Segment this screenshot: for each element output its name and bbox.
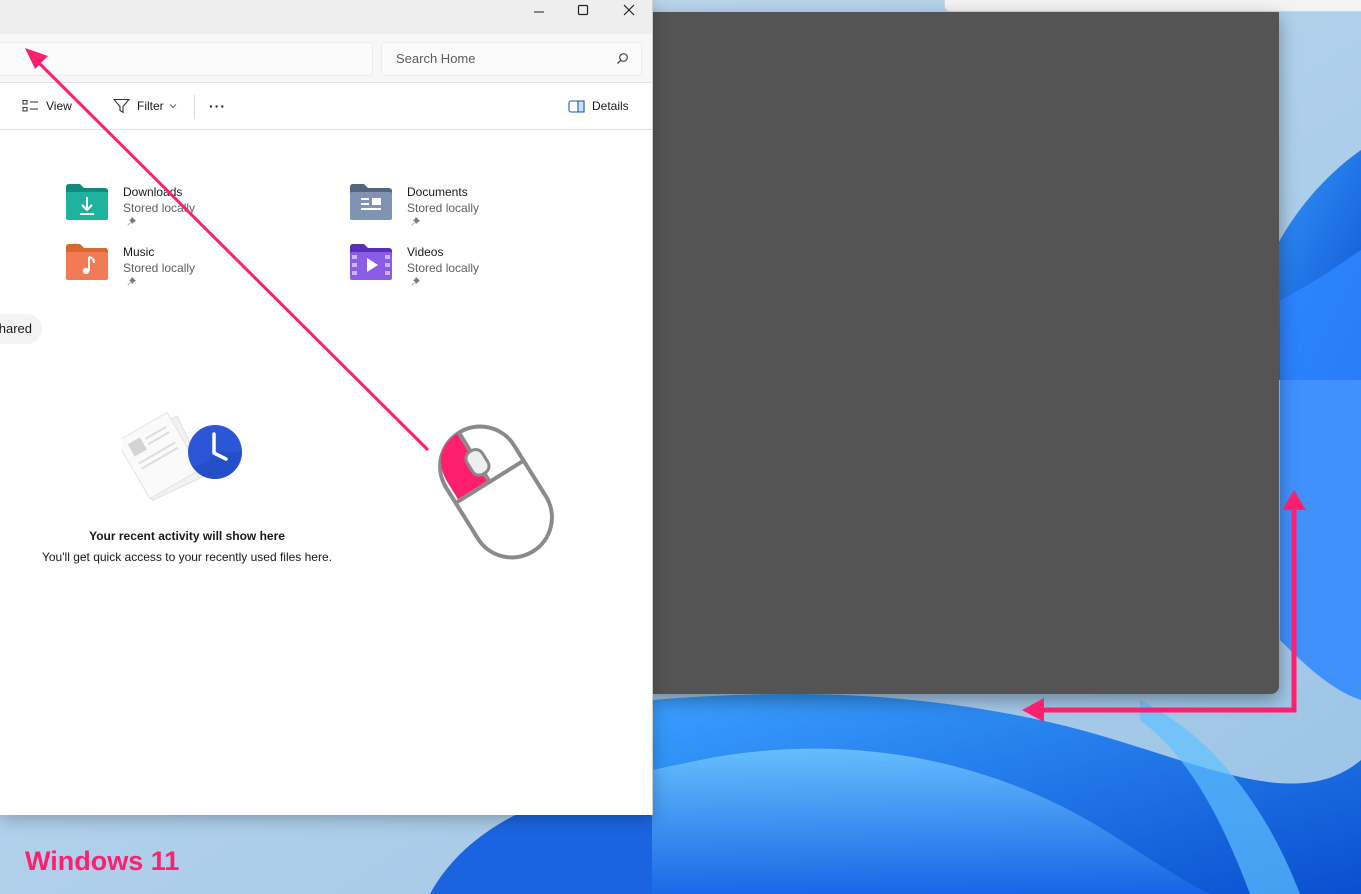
- pin-icon: [127, 277, 136, 286]
- pin-icon: [411, 277, 420, 286]
- view-label: View: [46, 99, 72, 113]
- file-explorer-window[interactable]: Search Home View Filter ··· Details Down…: [0, 0, 653, 815]
- search-icon: [617, 53, 628, 64]
- search-box[interactable]: Search Home: [381, 42, 642, 76]
- recent-activity-illustration-icon: [122, 411, 242, 501]
- quick-access-item-documents[interactable]: Documents Stored locally: [350, 184, 580, 238]
- quick-access-status: Stored locally: [407, 261, 480, 275]
- brand-label: Windows 11: [25, 846, 180, 876]
- quick-access-item-videos[interactable]: Videos Stored locally: [350, 244, 580, 298]
- details-label: Details: [592, 99, 629, 113]
- recent-empty-subtitle: You'll get quick access to your recently…: [41, 550, 332, 564]
- window-resize-outline[interactable]: [652, 12, 1279, 694]
- recent-empty-title: Your recent activity will show here: [89, 529, 285, 543]
- quick-access-item-downloads[interactable]: Downloads Stored locally: [66, 184, 296, 238]
- close-button[interactable]: [606, 0, 652, 20]
- more-options-button[interactable]: ···: [209, 96, 226, 116]
- filter-button[interactable]: Filter: [113, 96, 178, 116]
- title-bar[interactable]: [0, 0, 652, 34]
- quick-access-status: Stored locally: [123, 261, 196, 275]
- address-field[interactable]: [0, 42, 373, 76]
- minimize-icon: [534, 11, 544, 13]
- view-button[interactable]: View: [22, 96, 72, 116]
- details-pane-icon: [568, 99, 585, 113]
- quick-access-item-music[interactable]: Music Stored locally: [66, 244, 296, 298]
- home-content: Downloads Stored locally Documents Store…: [0, 130, 652, 815]
- command-bar: View Filter ··· Details: [0, 83, 652, 130]
- filter-label: Filter: [137, 99, 164, 113]
- quick-access-name: Documents: [407, 185, 468, 199]
- quick-access-name: Videos: [407, 245, 444, 259]
- search-input[interactable]: Search Home: [396, 51, 475, 66]
- filter-icon: [113, 98, 130, 114]
- chevron-down-icon: [169, 104, 177, 109]
- more-label: ···: [209, 98, 226, 114]
- maximize-icon: [577, 4, 589, 16]
- quick-access-name: Downloads: [123, 185, 183, 199]
- address-bar-row: Search Home: [0, 34, 652, 83]
- music-folder-icon: [66, 244, 108, 280]
- maximize-button[interactable]: [560, 0, 606, 20]
- view-icon: [22, 100, 38, 112]
- downloads-folder-icon: [66, 184, 108, 220]
- background-window-edge[interactable]: [944, 0, 1361, 12]
- videos-folder-icon: [350, 244, 392, 280]
- pin-icon: [411, 217, 420, 226]
- documents-folder-icon: [350, 184, 392, 220]
- quick-access-status: Stored locally: [123, 201, 196, 215]
- toolbar-separator: [194, 95, 195, 119]
- quick-access-status: Stored locally: [407, 201, 480, 215]
- quick-access-name: Music: [123, 245, 155, 259]
- minimize-button[interactable]: [516, 0, 562, 20]
- pin-icon: [127, 217, 136, 226]
- details-button[interactable]: Details: [568, 96, 629, 116]
- close-icon: [623, 4, 635, 16]
- tab-shared[interactable]: hared: [0, 314, 42, 344]
